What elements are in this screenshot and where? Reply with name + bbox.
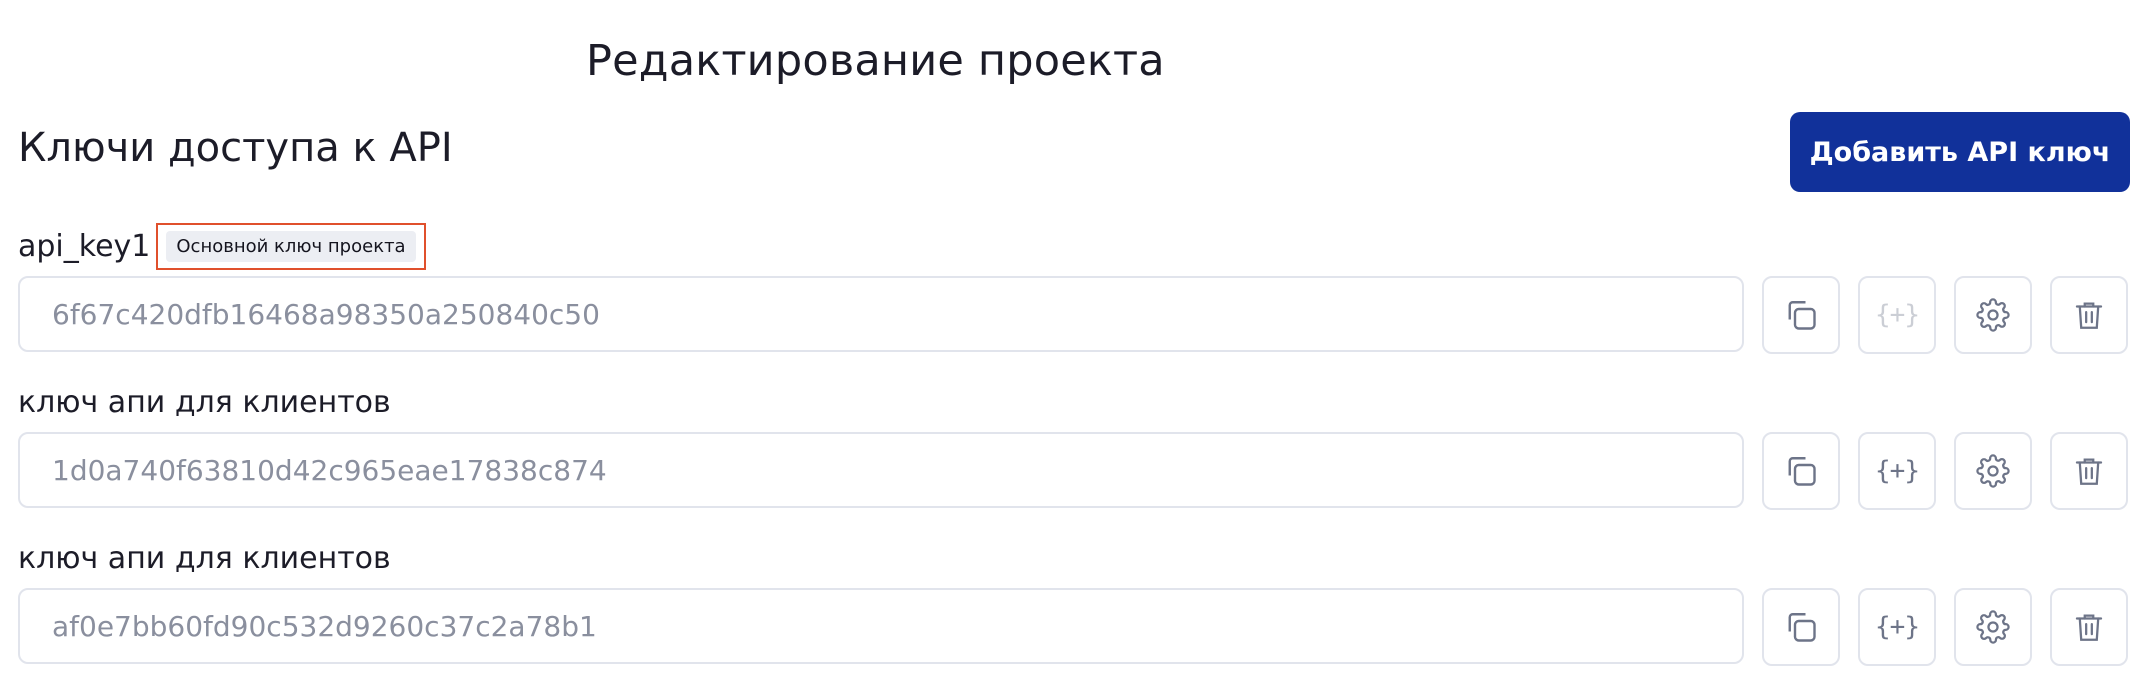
delete-key-button[interactable] bbox=[2050, 276, 2128, 354]
api-key-name: ключ апи для клиентов bbox=[18, 540, 391, 576]
gear-icon bbox=[1976, 298, 2010, 332]
copy-key-button[interactable] bbox=[1762, 276, 1840, 354]
gear-icon bbox=[1976, 610, 2010, 644]
delete-key-button[interactable] bbox=[2050, 588, 2128, 666]
copy-key-button[interactable] bbox=[1762, 588, 1840, 666]
api-key-label-row: ключ апи для клиентов bbox=[18, 536, 391, 580]
trash-icon bbox=[2072, 454, 2106, 488]
api-key-name: api_key1 bbox=[18, 228, 151, 264]
braces-plus-icon: {+} bbox=[1875, 300, 1920, 330]
gear-icon bbox=[1976, 454, 2010, 488]
json-key-button[interactable]: {+} bbox=[1858, 432, 1936, 510]
copy-icon bbox=[1783, 297, 1819, 333]
delete-key-button[interactable] bbox=[2050, 432, 2128, 510]
api-key-label-row: api_key1 Основной ключ проекта bbox=[18, 222, 426, 270]
api-key-name: ключ апи для клиентов bbox=[18, 384, 391, 420]
copy-key-button[interactable] bbox=[1762, 432, 1840, 510]
api-key-label-row: ключ апи для клиентов bbox=[18, 380, 391, 424]
json-key-button[interactable]: {+} bbox=[1858, 588, 1936, 666]
trash-icon bbox=[2072, 610, 2106, 644]
braces-plus-icon: {+} bbox=[1875, 456, 1920, 486]
section-title: Ключи доступа к API bbox=[18, 125, 453, 171]
braces-plus-icon: {+} bbox=[1875, 612, 1920, 642]
page-title: Редактирование проекта bbox=[586, 36, 1165, 86]
api-key-input[interactable] bbox=[18, 432, 1744, 508]
api-key-input[interactable] bbox=[18, 276, 1744, 352]
primary-key-badge-highlight: Основной ключ проекта bbox=[156, 222, 426, 270]
trash-icon bbox=[2072, 298, 2106, 332]
copy-icon bbox=[1783, 609, 1819, 645]
copy-icon bbox=[1783, 453, 1819, 489]
key-settings-button[interactable] bbox=[1954, 432, 2032, 510]
json-key-button[interactable]: {+} bbox=[1858, 276, 1936, 354]
key-settings-button[interactable] bbox=[1954, 588, 2032, 666]
add-api-key-button[interactable]: Добавить API ключ bbox=[1790, 112, 2130, 192]
key-settings-button[interactable] bbox=[1954, 276, 2032, 354]
primary-key-badge: Основной ключ проекта bbox=[166, 230, 416, 262]
api-key-input[interactable] bbox=[18, 588, 1744, 664]
